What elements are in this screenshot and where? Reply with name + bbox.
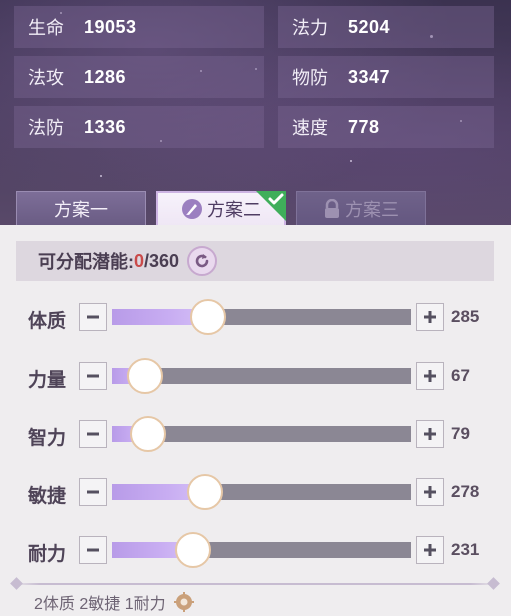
plus-icon xyxy=(424,486,436,498)
stat-label: 法防 xyxy=(28,118,64,138)
attribute-slider[interactable] xyxy=(112,299,411,335)
attribute-name: 敏捷 xyxy=(28,486,67,507)
divider xyxy=(10,583,500,585)
stat-value: 3347 xyxy=(348,66,391,87)
brush-icon xyxy=(181,198,203,220)
stat-magic-attack: 法攻 1286 xyxy=(14,56,264,98)
stat-label: 法攻 xyxy=(28,68,64,88)
attribute-value: 231 xyxy=(451,540,480,559)
stat-value: 1286 xyxy=(84,66,127,87)
lock-icon xyxy=(323,198,341,219)
plus-icon xyxy=(424,544,436,556)
attribute-row: 敏捷 278 xyxy=(0,473,511,513)
stat-speed: 速度 778 xyxy=(278,106,494,148)
potential-panel: 可分配潜能: 0 /360 体质 285 力量 67 智力 79 敏捷 278 耐力 231 2体… xyxy=(0,225,511,616)
stat-mp: 法力 5204 xyxy=(278,6,494,48)
stat-label: 速度 xyxy=(292,118,328,138)
attribute-slider[interactable] xyxy=(112,358,411,394)
stat-magic-defense: 法防 1336 xyxy=(14,106,264,148)
stat-label: 物防 xyxy=(292,68,328,88)
points-used: 0 xyxy=(134,250,145,271)
stat-phys-defense: 物防 3347 xyxy=(278,56,494,98)
decrease-button[interactable] xyxy=(79,536,107,564)
attribute-value: 278 xyxy=(451,482,480,501)
attribute-name: 体质 xyxy=(28,311,67,332)
minus-icon xyxy=(87,315,99,319)
slider-knob[interactable] xyxy=(130,416,166,452)
attribute-name: 力量 xyxy=(28,370,67,391)
slider-knob[interactable] xyxy=(190,299,226,335)
attribute-slider[interactable] xyxy=(112,474,411,510)
available-points-bar: 可分配潜能: 0 /360 xyxy=(16,241,494,281)
stat-hp: 生命 19053 xyxy=(14,6,264,48)
divider-ornament xyxy=(10,577,23,590)
decrease-button[interactable] xyxy=(79,420,107,448)
stat-label: 法力 xyxy=(292,18,328,38)
minus-icon xyxy=(87,374,99,378)
increase-button[interactable] xyxy=(416,478,444,506)
minus-icon xyxy=(87,548,99,552)
attribute-row: 耐力 231 xyxy=(0,531,511,571)
slider-knob[interactable] xyxy=(175,532,211,568)
points-total: /360 xyxy=(144,250,180,271)
increase-button[interactable] xyxy=(416,362,444,390)
attribute-row: 力量 67 xyxy=(0,357,511,397)
divider-ornament xyxy=(487,577,500,590)
gear-icon[interactable] xyxy=(173,592,194,612)
points-label: 可分配潜能: xyxy=(38,252,134,272)
attribute-name: 耐力 xyxy=(28,544,67,565)
tab-plan-3[interactable]: 方案三 xyxy=(296,191,426,225)
increase-button[interactable] xyxy=(416,303,444,331)
attribute-row: 体质 285 xyxy=(0,298,511,338)
slider-knob[interactable] xyxy=(127,358,163,394)
attribute-slider[interactable] xyxy=(112,416,411,452)
tab-label: 方案二 xyxy=(207,200,261,220)
slider-knob[interactable] xyxy=(187,474,223,510)
recommend-text: 2体质 2敏捷 1耐力 xyxy=(34,596,166,613)
decrease-button[interactable] xyxy=(79,362,107,390)
attribute-value: 67 xyxy=(451,366,470,385)
increase-button[interactable] xyxy=(416,420,444,448)
decrease-button[interactable] xyxy=(79,478,107,506)
stat-label: 生命 xyxy=(28,18,64,38)
attribute-name: 智力 xyxy=(28,428,67,449)
minus-icon xyxy=(87,432,99,436)
attribute-row: 智力 79 xyxy=(0,415,511,455)
attribute-value: 79 xyxy=(451,424,470,443)
decrease-button[interactable] xyxy=(79,303,107,331)
recommend-allocation: 2体质 2敏捷 1耐力 xyxy=(34,590,194,614)
tab-label: 方案三 xyxy=(345,199,399,220)
stat-value: 19053 xyxy=(84,16,137,37)
plus-icon xyxy=(424,428,436,440)
plus-icon xyxy=(424,311,436,323)
check-icon xyxy=(256,191,286,221)
stat-value: 5204 xyxy=(348,16,391,37)
tab-plan-2[interactable]: 方案二 xyxy=(156,191,286,225)
reset-button[interactable] xyxy=(187,246,218,276)
reset-icon xyxy=(195,254,209,268)
tab-label: 方案一 xyxy=(54,199,108,220)
stat-value: 1336 xyxy=(84,116,127,137)
plus-icon xyxy=(424,370,436,382)
stat-value: 778 xyxy=(348,116,380,137)
tab-plan-1[interactable]: 方案一 xyxy=(16,191,146,225)
attribute-slider[interactable] xyxy=(112,532,411,568)
attribute-value: 285 xyxy=(451,307,480,326)
minus-icon xyxy=(87,490,99,494)
increase-button[interactable] xyxy=(416,536,444,564)
